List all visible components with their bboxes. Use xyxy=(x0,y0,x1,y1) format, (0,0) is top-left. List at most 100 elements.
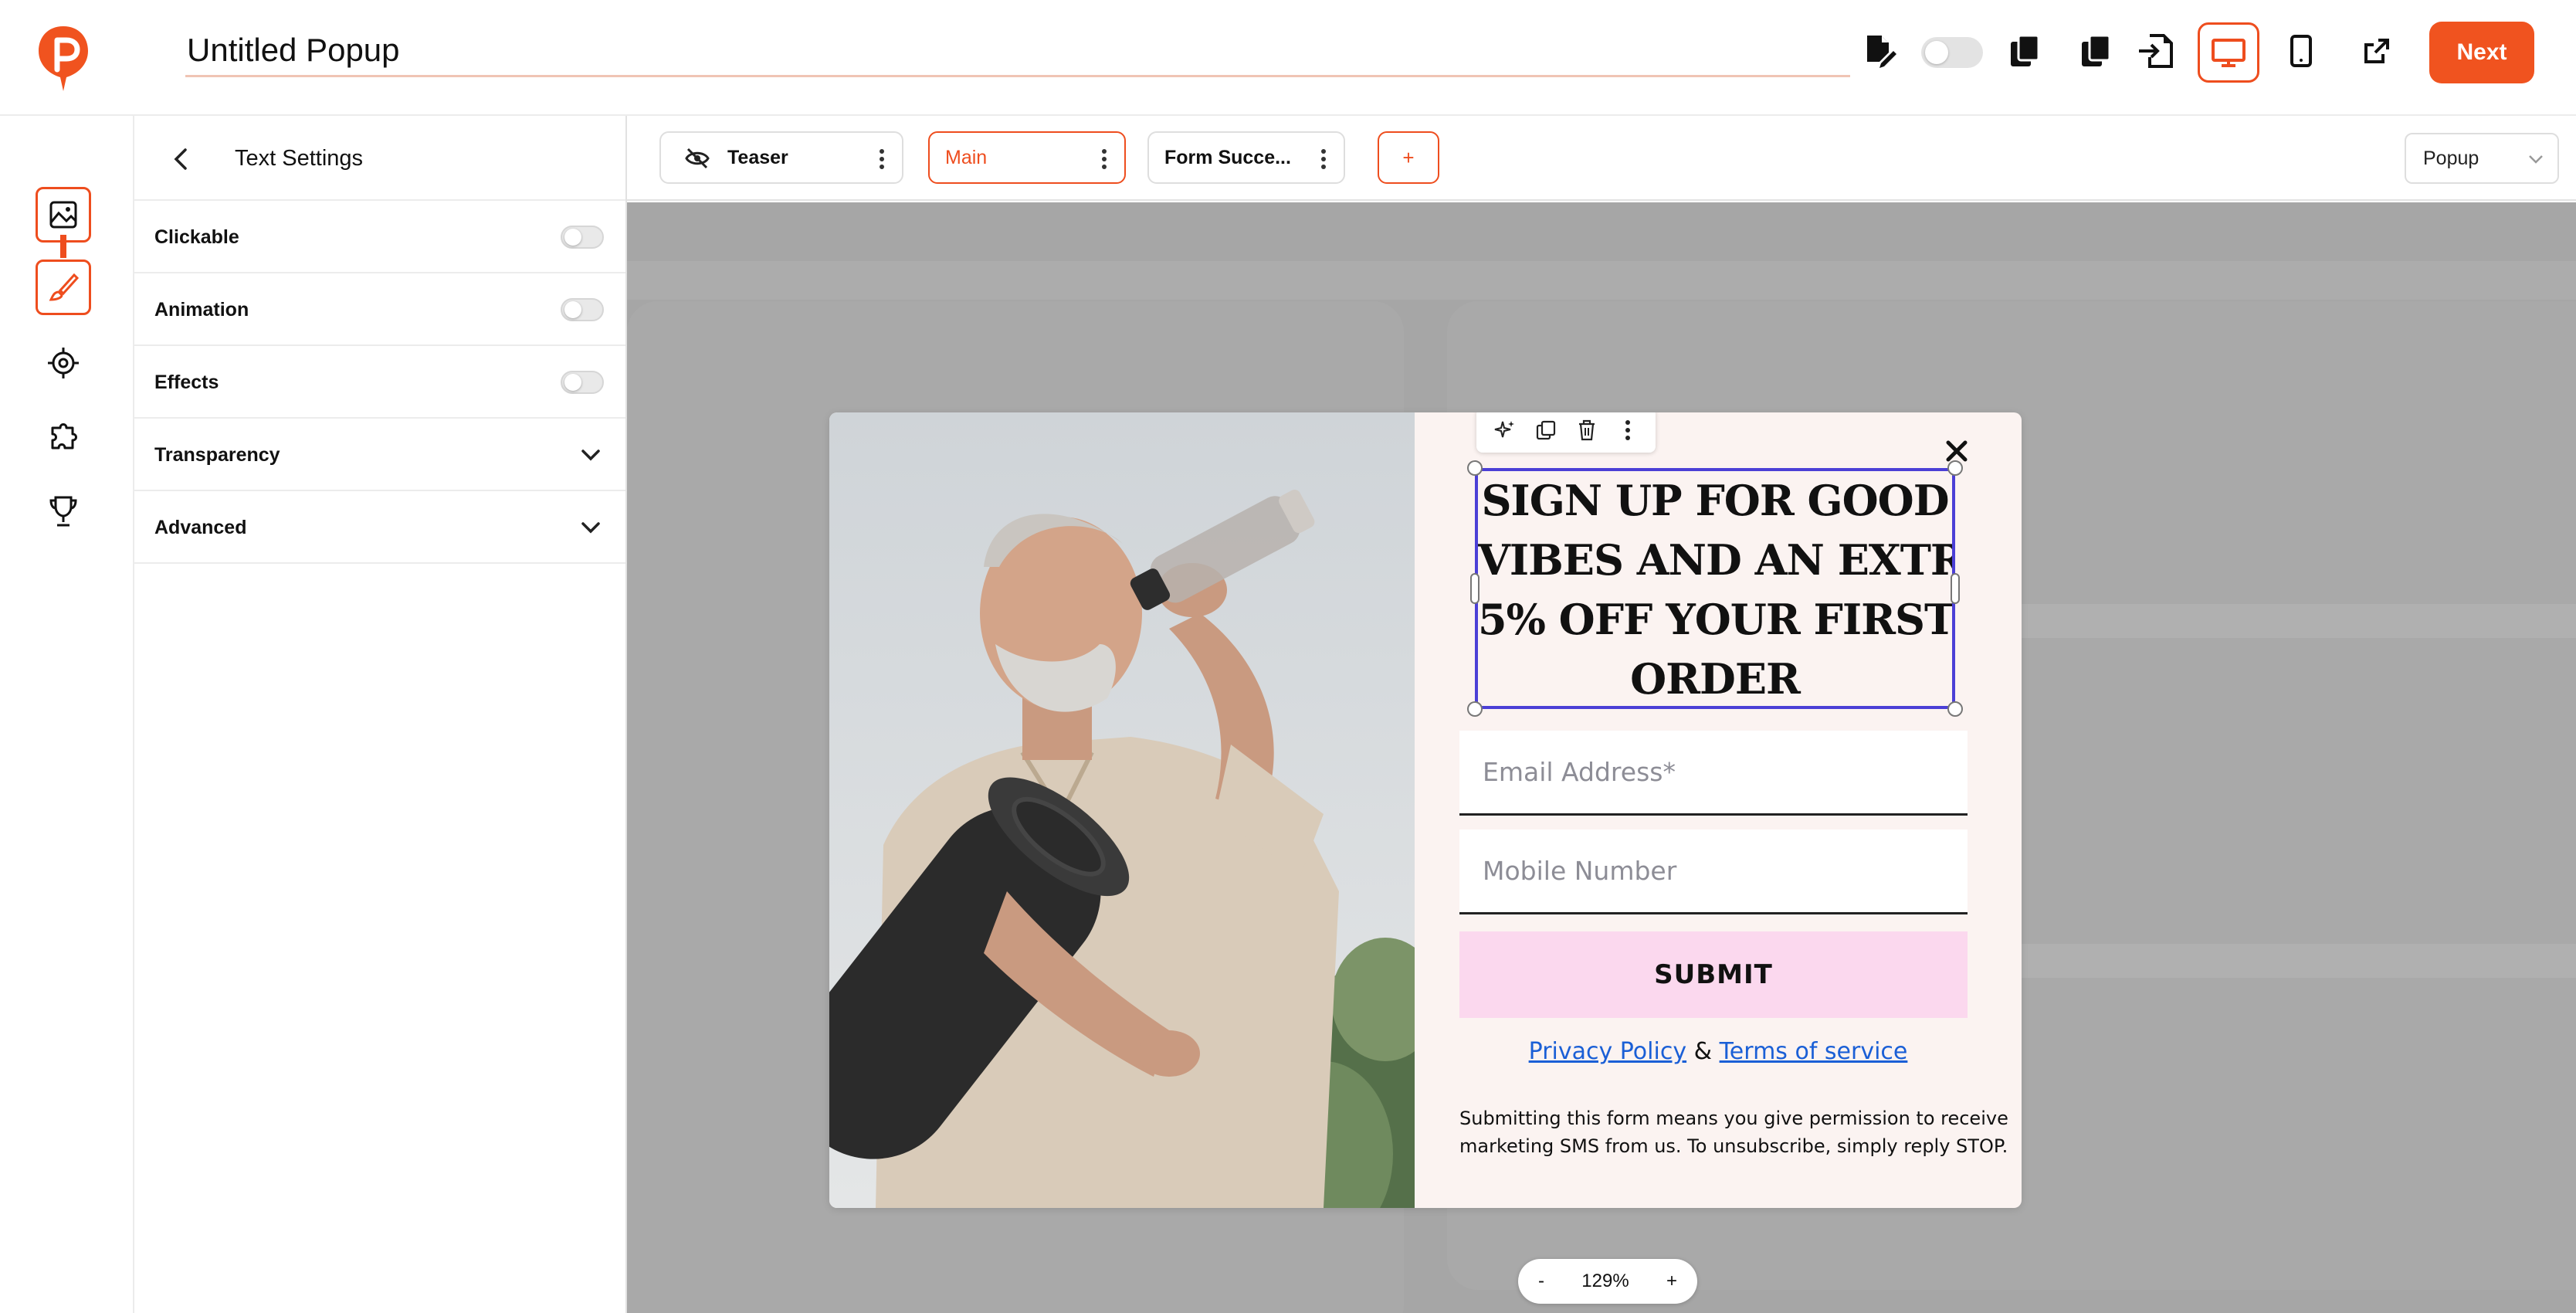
rail-design-button[interactable] xyxy=(36,260,91,315)
popup-preview[interactable]: SIGN UP FOR GOOD VIBES AND AN EXTRA 5% O… xyxy=(829,412,2022,1208)
setting-label: Effects xyxy=(154,372,219,393)
tab-label: Form Succe... xyxy=(1164,146,1291,168)
tab-label: Teaser xyxy=(727,146,788,168)
more-vertical-icon[interactable] xyxy=(1614,416,1642,444)
setting-label: Clickable xyxy=(154,226,239,248)
rail-image-button[interactable] xyxy=(36,187,91,243)
setting-label: Transparency xyxy=(154,444,280,466)
eye-off-icon xyxy=(685,148,710,169)
type-select-value: Popup xyxy=(2423,147,2479,169)
zoom-out-button[interactable]: - xyxy=(1538,1271,1544,1292)
setting-transparency[interactable]: Transparency xyxy=(134,419,625,491)
popup-headline[interactable]: SIGN UP FOR GOOD VIBES AND AN EXTRA 5% O… xyxy=(1478,471,1952,706)
app-logo[interactable] xyxy=(34,23,93,94)
bg-strip xyxy=(2017,604,2576,638)
setting-animation: Animation xyxy=(134,273,625,346)
headline-line: VIBES AND AN EXTRA xyxy=(1478,535,1952,585)
chevron-down-icon[interactable] xyxy=(578,514,604,541)
headline-line: ORDER xyxy=(1630,654,1801,704)
resize-handle[interactable] xyxy=(1947,460,1963,476)
popup-title[interactable]: Untitled Popup xyxy=(185,23,1850,77)
element-toolbar xyxy=(1476,412,1656,453)
more-vertical-icon[interactable] xyxy=(879,148,885,170)
popup-type-select[interactable]: Popup xyxy=(2405,133,2559,184)
preview-toggle[interactable] xyxy=(1921,37,1983,68)
submit-button[interactable]: SUBMIT xyxy=(1459,931,1968,1018)
tab-label: Main xyxy=(945,146,988,168)
duplicate-element-icon[interactable] xyxy=(1532,416,1560,444)
desktop-icon xyxy=(2212,39,2246,67)
target-icon xyxy=(48,348,79,378)
legal-links: Privacy Policy & Terms of service xyxy=(1415,1038,2022,1065)
back-button[interactable] xyxy=(162,141,199,178)
brush-icon xyxy=(49,273,79,301)
tab-teaser[interactable]: Teaser xyxy=(659,131,903,184)
rail-integrations-button[interactable] xyxy=(36,409,91,465)
setting-clickable: Clickable xyxy=(134,201,625,273)
external-link-icon[interactable] xyxy=(2355,29,2398,73)
bg-strip xyxy=(627,261,2576,300)
ai-sparkle-icon[interactable] xyxy=(1491,416,1519,444)
copy-icon[interactable] xyxy=(2003,29,2046,73)
panel-header: Text Settings xyxy=(134,116,625,201)
terms-of-service-link[interactable]: Terms of service xyxy=(1720,1038,1908,1065)
animation-switch[interactable] xyxy=(561,298,604,321)
step-tabs-bar: Teaser Main Form Succe... + Popup xyxy=(627,116,2576,201)
mobile-field[interactable] xyxy=(1459,830,1968,914)
rail-targeting-button[interactable] xyxy=(36,335,91,391)
popup-content: SIGN UP FOR GOOD VIBES AND AN EXTRA 5% O… xyxy=(1415,412,2022,1208)
effects-switch[interactable] xyxy=(561,371,604,394)
headline-line: SIGN UP FOR GOOD xyxy=(1481,476,1949,525)
headline-line: 5% OFF YOUR FIRST xyxy=(1478,595,1952,644)
note-line: Submitting this form means you give perm… xyxy=(1459,1108,2008,1129)
desktop-view-button[interactable] xyxy=(2198,22,2259,83)
popup-image[interactable] xyxy=(829,412,1415,1208)
sms-consent-note: Submitting this form means you give perm… xyxy=(1459,1104,2008,1160)
trophy-icon xyxy=(49,496,77,527)
email-field[interactable] xyxy=(1459,731,1968,816)
text-settings-panel: Text Settings Clickable Animation Effect… xyxy=(134,116,627,1313)
more-vertical-icon[interactable] xyxy=(1320,148,1327,170)
image-icon xyxy=(49,201,77,229)
duplicate-icon[interactable] xyxy=(2074,29,2117,73)
setting-label: Animation xyxy=(154,299,249,321)
rail-goals-button[interactable] xyxy=(36,483,91,539)
email-input[interactable] xyxy=(1459,731,1968,813)
setting-effects: Effects xyxy=(134,346,625,419)
zoom-level: 129% xyxy=(1581,1271,1629,1291)
top-bar: Untitled Popup Next xyxy=(0,0,2576,116)
zoom-control: - 129% + xyxy=(1518,1259,1697,1304)
resize-handle[interactable] xyxy=(1467,460,1483,476)
tab-form-success[interactable]: Form Succe... xyxy=(1147,131,1345,184)
left-rail xyxy=(0,116,134,1313)
resize-handle[interactable] xyxy=(1470,573,1480,604)
panel-title: Text Settings xyxy=(235,146,364,171)
resize-handle[interactable] xyxy=(1947,701,1963,717)
bg-strip xyxy=(2017,944,2576,978)
chevron-down-icon[interactable] xyxy=(578,442,604,468)
puzzle-icon xyxy=(51,423,77,450)
zoom-in-button[interactable]: + xyxy=(1666,1271,1677,1292)
chevron-down-icon xyxy=(2529,155,2543,164)
clickable-switch[interactable] xyxy=(561,226,604,249)
next-button[interactable]: Next xyxy=(2429,22,2534,83)
editor-canvas[interactable]: SIGN UP FOR GOOD VIBES AND AN EXTRA 5% O… xyxy=(627,202,2576,1313)
import-icon[interactable] xyxy=(2134,29,2178,73)
more-vertical-icon[interactable] xyxy=(1101,148,1107,170)
add-step-button[interactable]: + xyxy=(1378,131,1439,184)
popup-title-field[interactable]: Untitled Popup xyxy=(185,23,1850,77)
trash-icon[interactable] xyxy=(1573,416,1601,444)
note-line: marketing SMS from us. To unsubscribe, s… xyxy=(1459,1135,2008,1157)
chevron-left-icon xyxy=(174,148,187,170)
mobile-input[interactable] xyxy=(1459,830,1968,912)
resize-handle[interactable] xyxy=(1951,573,1960,604)
mobile-icon xyxy=(2290,35,2312,67)
mobile-view-button[interactable] xyxy=(2279,29,2323,73)
setting-advanced[interactable]: Advanced xyxy=(134,491,625,564)
setting-label: Advanced xyxy=(154,517,247,538)
privacy-policy-link[interactable]: Privacy Policy xyxy=(1529,1038,1686,1065)
tab-main[interactable]: Main xyxy=(928,131,1126,184)
headline-selection[interactable]: SIGN UP FOR GOOD VIBES AND AN EXTRA 5% O… xyxy=(1475,468,1955,709)
edit-document-icon[interactable] xyxy=(1856,29,1900,73)
resize-handle[interactable] xyxy=(1467,701,1483,717)
